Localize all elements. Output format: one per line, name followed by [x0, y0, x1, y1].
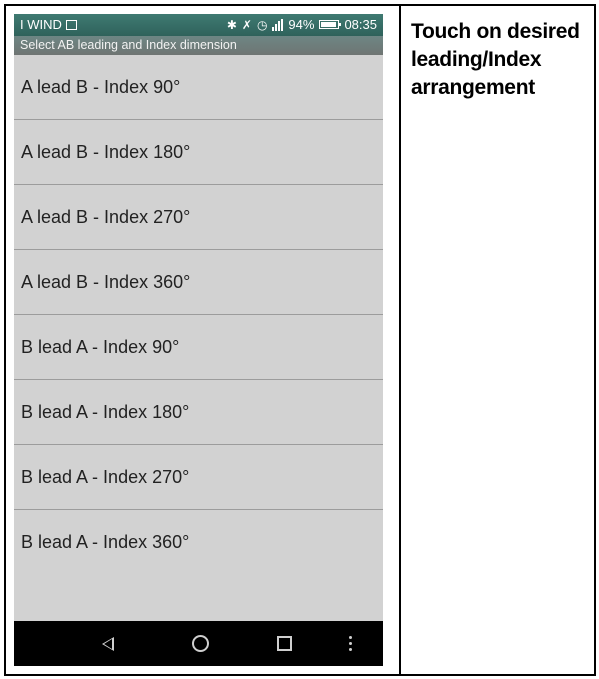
phone-screenshot: I WIND ✱ ✗ ◷ 94% 08:35 Select AB leading…	[14, 14, 383, 666]
option-item[interactable]: B lead A - Index 270°	[14, 445, 383, 510]
bluetooth-icon: ✱	[226, 17, 237, 32]
screen-subtitle: Select AB leading and Index dimension	[14, 36, 383, 55]
option-item[interactable]: B lead A - Index 90°	[14, 315, 383, 380]
option-label: A lead B - Index 360°	[21, 271, 191, 292]
option-item[interactable]: A lead B - Index 270°	[14, 185, 383, 250]
instruction-text: Touch on desired leading/Index arrangeme…	[411, 20, 580, 99]
option-item[interactable]: B lead A - Index 180°	[14, 380, 383, 445]
option-label: A lead B - Index 90°	[21, 76, 181, 97]
alarm-icon: ◷	[256, 17, 268, 32]
option-label: B lead A - Index 90°	[21, 336, 180, 357]
navigation-bar	[14, 621, 383, 666]
option-label: B lead A - Index 270°	[21, 466, 190, 487]
recents-icon[interactable]	[264, 621, 304, 666]
option-item[interactable]: A lead B - Index 90°	[14, 55, 383, 120]
signal-icon	[272, 18, 284, 31]
option-label: B lead A - Index 180°	[21, 401, 190, 422]
option-label: A lead B - Index 180°	[21, 141, 191, 162]
back-icon[interactable]	[88, 621, 128, 666]
status-bar: I WIND ✱ ✗ ◷ 94% 08:35	[14, 14, 383, 36]
option-item[interactable]: B lead A - Index 360°	[14, 510, 383, 575]
option-label: A lead B - Index 270°	[21, 206, 191, 227]
menu-icon[interactable]	[330, 621, 370, 666]
home-icon[interactable]	[180, 621, 220, 666]
carrier-label: I WIND	[20, 17, 62, 32]
option-item[interactable]: A lead B - Index 180°	[14, 120, 383, 185]
option-list: A lead B - Index 90° A lead B - Index 18…	[14, 55, 383, 575]
clock: 08:35	[344, 17, 377, 32]
option-label: B lead A - Index 360°	[21, 532, 190, 552]
battery-percent: 94%	[288, 17, 315, 32]
column-divider	[399, 6, 401, 674]
battery-icon	[319, 20, 342, 29]
vibrate-icon: ✗	[241, 17, 252, 32]
option-item[interactable]: A lead B - Index 360°	[14, 250, 383, 315]
sim-icon	[65, 19, 77, 30]
